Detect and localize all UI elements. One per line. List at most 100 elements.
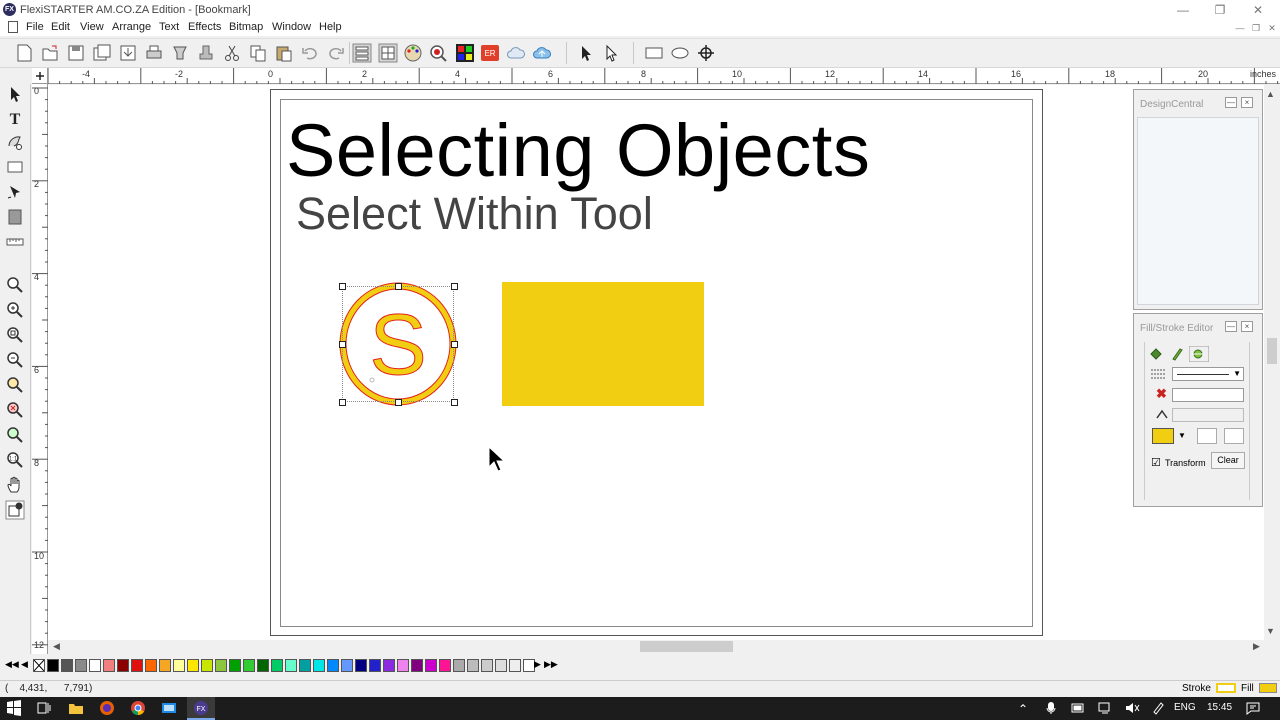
palette-swatch[interactable]: [313, 659, 325, 672]
palette-last-icon[interactable]: ▶▶: [544, 659, 558, 670]
palette-swatch[interactable]: [271, 659, 283, 672]
palette-swatch[interactable]: [453, 659, 465, 672]
task-view-icon[interactable]: [36, 700, 52, 716]
cut-icon[interactable]: [222, 43, 242, 63]
layers-icon[interactable]: [352, 43, 372, 63]
maximize-button[interactable]: ❐: [1201, 0, 1239, 20]
flexi-app-icon[interactable]: FX: [193, 700, 209, 716]
fill-color-dropdown-icon[interactable]: ▼: [1178, 431, 1186, 440]
selection-handle[interactable]: [339, 399, 346, 406]
file-explorer-icon[interactable]: [68, 700, 84, 716]
new-icon[interactable]: [14, 43, 34, 63]
menu-window[interactable]: Window: [272, 21, 311, 33]
palette-swatch[interactable]: [383, 659, 395, 672]
document-icon[interactable]: [8, 21, 18, 33]
select-within-icon[interactable]: [601, 43, 621, 63]
open-icon[interactable]: [40, 43, 60, 63]
palette-prev-icon[interactable]: ◀: [21, 659, 28, 670]
palette-swatch[interactable]: [215, 659, 227, 672]
cloud-icon[interactable]: [506, 43, 526, 63]
scroll-right-icon[interactable]: ▶: [1253, 641, 1260, 652]
zoom-in-icon[interactable]: [5, 300, 25, 320]
select-arrow-icon[interactable]: [576, 43, 596, 63]
ruler-corner[interactable]: [32, 68, 48, 84]
undo-icon[interactable]: [300, 43, 320, 63]
palette-swatch[interactable]: [75, 659, 87, 672]
zoom-all-icon[interactable]: [5, 375, 25, 395]
miter-limit-field[interactable]: [1172, 408, 1244, 422]
clock[interactable]: 15:45: [1207, 702, 1232, 713]
clear-button[interactable]: Clear: [1211, 452, 1245, 469]
palette-swatch[interactable]: [229, 659, 241, 672]
grid-icon[interactable]: [378, 43, 398, 63]
cut-tool-icon[interactable]: [170, 43, 190, 63]
menu-view[interactable]: View: [80, 21, 104, 33]
battery-icon[interactable]: [1071, 702, 1085, 714]
subhead-text-object[interactable]: Select Within Tool: [296, 188, 653, 240]
palette-swatch[interactable]: [439, 659, 451, 672]
palette-swatch[interactable]: [327, 659, 339, 672]
cloud-upload-icon[interactable]: [532, 43, 552, 63]
pan-hand-icon[interactable]: [5, 475, 25, 495]
palette-swatch[interactable]: [243, 659, 255, 672]
palette-swatch[interactable]: [355, 659, 367, 672]
selection-handle[interactable]: [451, 283, 458, 290]
palette-swatch[interactable]: [61, 659, 73, 672]
fill-color-swatch[interactable]: [1152, 428, 1174, 444]
palette-swatch[interactable]: [341, 659, 353, 672]
menu-effects[interactable]: Effects: [188, 21, 221, 33]
pen-input-icon[interactable]: [1151, 701, 1167, 715]
minimize-button[interactable]: —: [1164, 0, 1202, 20]
pen-tool-icon[interactable]: [5, 182, 25, 202]
output-icon[interactable]: [196, 43, 216, 63]
stroke-indicator-swatch[interactable]: [1216, 683, 1236, 693]
fill-tool-icon[interactable]: [5, 207, 25, 227]
palette-icon[interactable]: [403, 43, 423, 63]
palette-swatch[interactable]: [411, 659, 423, 672]
stroke-width-field[interactable]: [1172, 388, 1244, 402]
color-picker-icon[interactable]: [428, 43, 448, 63]
er-icon[interactable]: ER: [480, 43, 500, 63]
zoom-previous-icon[interactable]: [5, 425, 25, 445]
copy-icon[interactable]: [248, 43, 268, 63]
measure-tool-icon[interactable]: [5, 232, 25, 252]
text-tool-icon[interactable]: T: [5, 108, 25, 128]
language-indicator[interactable]: ENG: [1174, 702, 1196, 713]
selection-handle[interactable]: [395, 399, 402, 406]
show-hidden-icons[interactable]: ⌃: [1018, 702, 1028, 716]
palette-swatch[interactable]: [397, 659, 409, 672]
palette-swatch[interactable]: [481, 659, 493, 672]
yellow-rectangle-object[interactable]: [502, 282, 704, 406]
paste-icon[interactable]: [274, 43, 294, 63]
panel-minimize-button[interactable]: —: [1225, 97, 1237, 108]
menu-bitmap[interactable]: Bitmap: [229, 21, 263, 33]
color-slot-button[interactable]: [1224, 428, 1244, 444]
palette-swatch[interactable]: [47, 659, 59, 672]
menu-edit[interactable]: Edit: [51, 21, 70, 33]
chrome-icon[interactable]: [130, 700, 146, 716]
zoom-selection-icon[interactable]: [5, 400, 25, 420]
network-icon[interactable]: [1097, 701, 1113, 715]
selection-handle[interactable]: [451, 399, 458, 406]
horizontal-scroll-thumb[interactable]: [640, 641, 733, 652]
ellipse-icon[interactable]: [670, 43, 690, 63]
mdi-close-button[interactable]: ✕: [1265, 22, 1279, 34]
firefox-icon[interactable]: [99, 700, 115, 716]
zoom-out-icon[interactable]: [5, 350, 25, 370]
close-button[interactable]: ✕: [1239, 0, 1277, 20]
scroll-up-icon[interactable]: ▲: [1266, 89, 1275, 99]
redo-icon[interactable]: [326, 43, 346, 63]
palette-swatch[interactable]: [131, 659, 143, 672]
palette-swatch[interactable]: [201, 659, 213, 672]
palette-next-icon[interactable]: ▶: [534, 659, 541, 670]
selection-handle[interactable]: [451, 341, 458, 348]
palette-swatch[interactable]: [495, 659, 507, 672]
palette-swatch[interactable]: [509, 659, 521, 672]
panel-close-button[interactable]: ×: [1241, 321, 1253, 332]
zoom-page-icon[interactable]: [5, 325, 25, 345]
scroll-left-icon[interactable]: ◀: [53, 641, 60, 652]
panel-close-button[interactable]: ×: [1241, 97, 1253, 108]
rectangle-tool-icon[interactable]: [5, 157, 25, 177]
microphone-icon[interactable]: [1045, 701, 1057, 715]
fill-indicator-swatch[interactable]: [1259, 683, 1277, 693]
